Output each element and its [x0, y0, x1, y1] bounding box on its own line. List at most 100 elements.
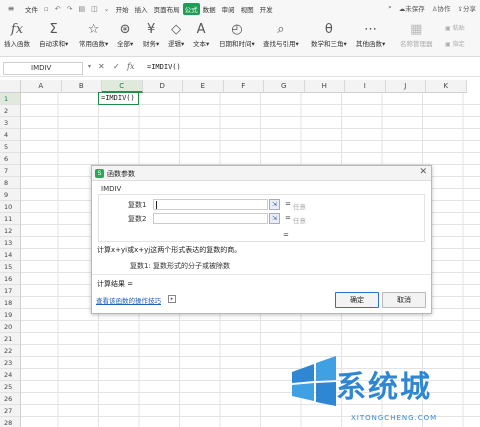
- menu-home[interactable]: 开始: [113, 4, 132, 14]
- save-icon[interactable]: ▫: [41, 5, 52, 13]
- text-button[interactable]: A 文本▾: [193, 21, 209, 48]
- column-header-a[interactable]: A: [21, 80, 62, 93]
- print-icon[interactable]: ▤: [76, 5, 89, 13]
- finance-icon: ¥: [146, 22, 156, 37]
- autosum-button[interactable]: Σ 自动求和▾: [39, 21, 68, 48]
- select-all-corner[interactable]: [0, 80, 21, 93]
- assign-button[interactable]: ▣ 指定: [445, 39, 465, 48]
- all-functions-button[interactable]: ⊛ 全部▾: [117, 21, 133, 48]
- row-header-2[interactable]: 2: [0, 105, 21, 117]
- menu-file[interactable]: 文件: [22, 4, 41, 14]
- financial-button[interactable]: ¥ 财务▾: [143, 21, 159, 48]
- column-header-g[interactable]: G: [264, 80, 305, 93]
- insert-function-button[interactable]: fx 插入函数: [4, 21, 30, 48]
- preview-icon[interactable]: ◫: [88, 5, 101, 13]
- row-header-9[interactable]: 9: [0, 189, 21, 201]
- row-header-17[interactable]: 17: [0, 285, 21, 297]
- column-header-d[interactable]: D: [142, 80, 183, 93]
- menu-page-layout[interactable]: 页面布局: [151, 4, 183, 14]
- chevron-down-icon[interactable]: ⌄: [101, 5, 113, 13]
- arg2-range-select-button[interactable]: ⇲: [269, 213, 280, 224]
- row-header-25[interactable]: 25: [0, 381, 21, 393]
- column-header-k[interactable]: K: [426, 80, 467, 93]
- video-icon[interactable]: ▸: [168, 295, 176, 303]
- row-header-18[interactable]: 18: [0, 297, 21, 309]
- column-header-e[interactable]: E: [183, 80, 224, 93]
- date-time-button[interactable]: ◴ 日期和时间▾: [219, 21, 255, 48]
- row-header-22[interactable]: 22: [0, 345, 21, 357]
- name-box[interactable]: IMDIV: [3, 62, 83, 75]
- all-icon: ⊛: [119, 22, 131, 37]
- row-header-7[interactable]: 7: [0, 165, 21, 177]
- chevron-down-icon[interactable]: ▾: [88, 63, 91, 70]
- share-button[interactable]: ⇪分享: [458, 3, 476, 13]
- row-header-15[interactable]: 15: [0, 261, 21, 273]
- arg1-range-select-button[interactable]: ⇲: [269, 199, 280, 210]
- row-header-19[interactable]: 19: [0, 309, 21, 321]
- menu-view[interactable]: 视图: [238, 4, 257, 14]
- row-header-3[interactable]: 3: [0, 117, 21, 129]
- column-header-j[interactable]: J: [385, 80, 426, 93]
- common-functions-button[interactable]: ☆ 常用函数▾: [79, 21, 108, 48]
- lookup-reference-button[interactable]: ⌕ 查找与引用▾: [263, 21, 299, 48]
- formula-input[interactable]: =IMDIV(): [147, 63, 181, 71]
- help-link[interactable]: 查看该函数的操作技巧: [96, 295, 161, 305]
- row-header-10[interactable]: 10: [0, 201, 21, 213]
- ok-button[interactable]: 确定: [335, 292, 379, 308]
- column-header-b[interactable]: B: [61, 80, 102, 93]
- star-icon: ☆: [87, 22, 100, 37]
- other-functions-button[interactable]: ⋯ 其他函数▾: [356, 21, 385, 48]
- row-header-4[interactable]: 4: [0, 129, 21, 141]
- menu-insert[interactable]: 插入: [132, 4, 151, 14]
- math-icon: θ: [324, 22, 333, 37]
- active-cell[interactable]: =IMDIV(): [98, 92, 139, 105]
- cancel-icon[interactable]: ✕: [98, 62, 105, 71]
- unsaved-status[interactable]: ☁未保存: [399, 3, 425, 13]
- name-manager-button[interactable]: ▦ 名称管理器: [400, 21, 433, 48]
- watermark-text: 系统城: [336, 370, 432, 405]
- collaborate-button[interactable]: ♙协作: [432, 3, 451, 13]
- watermark-logo: [292, 356, 336, 406]
- menu-data[interactable]: 数据: [200, 4, 219, 14]
- arguments-box: 复数1 ⇲ = 任意 复数2 ⇲ = 任意: [98, 194, 425, 242]
- column-header-h[interactable]: H: [304, 80, 345, 93]
- fx-icon[interactable]: fx: [127, 62, 134, 71]
- redo-icon[interactable]: ↷: [64, 5, 76, 13]
- check-icon[interactable]: ✓: [113, 62, 120, 71]
- row-header-24[interactable]: 24: [0, 369, 21, 381]
- column-header-i[interactable]: I: [345, 80, 386, 93]
- row-header-16[interactable]: 16: [0, 273, 21, 285]
- math-trig-button[interactable]: θ 数学和三角▾: [311, 21, 347, 48]
- row-header-12[interactable]: 12: [0, 225, 21, 237]
- close-icon[interactable]: ✕: [419, 167, 427, 177]
- row-header-13[interactable]: 13: [0, 237, 21, 249]
- search-icon[interactable]: ⌕: [388, 3, 392, 13]
- row-header-28[interactable]: 28: [0, 417, 21, 427]
- watermark-subtext: XITONGCHENG.COM: [351, 414, 438, 422]
- menu-developer[interactable]: 开发: [257, 4, 276, 14]
- row-header-11[interactable]: 11: [0, 213, 21, 225]
- row-header-1[interactable]: 1: [0, 93, 21, 105]
- menu-icon[interactable]: ≡: [0, 4, 22, 13]
- row-header-8[interactable]: 8: [0, 177, 21, 189]
- row-header-21[interactable]: 21: [0, 333, 21, 345]
- undo-icon[interactable]: ↶: [52, 5, 64, 13]
- paste-button[interactable]: ▣ 粘贴: [445, 23, 465, 32]
- row-header-23[interactable]: 23: [0, 357, 21, 369]
- arg1-input[interactable]: [153, 199, 268, 210]
- logical-button[interactable]: ◇ 逻辑▾: [168, 21, 184, 48]
- row-header-14[interactable]: 14: [0, 249, 21, 261]
- menu-formulas[interactable]: 公式: [182, 2, 200, 15]
- row-header-5[interactable]: 5: [0, 141, 21, 153]
- row-header-26[interactable]: 26: [0, 393, 21, 405]
- function-result-equals: =: [283, 231, 289, 239]
- column-header-f[interactable]: F: [223, 80, 264, 93]
- arg2-input[interactable]: [153, 213, 268, 224]
- row-header-6[interactable]: 6: [0, 153, 21, 165]
- row-header-27[interactable]: 27: [0, 405, 21, 417]
- cancel-button[interactable]: 取消: [382, 292, 426, 308]
- formula-bar: IMDIV ▾ ✕ ✓ fx =IMDIV(): [0, 60, 480, 77]
- menu-review[interactable]: 审阅: [219, 4, 238, 14]
- chevron-down-icon: ▾: [251, 40, 255, 48]
- row-header-20[interactable]: 20: [0, 321, 21, 333]
